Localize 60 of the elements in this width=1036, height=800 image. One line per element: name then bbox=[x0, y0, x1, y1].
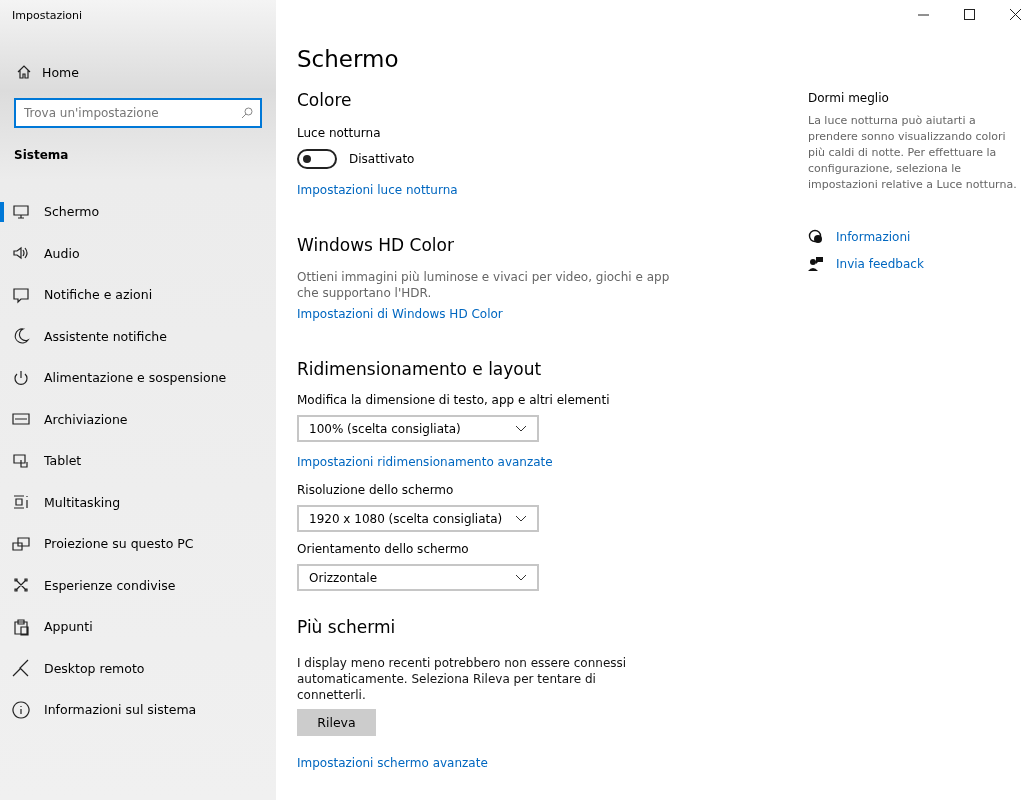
hdr-settings-link[interactable]: Impostazioni di Windows HD Color bbox=[297, 307, 503, 321]
description-text: Ottieni immagini più luminose e vivaci per video, giochi e app che supportano l'HDR. bbox=[297, 269, 671, 301]
chevron-down-icon bbox=[515, 425, 527, 432]
aside-link[interactable]: Invia feedback bbox=[836, 257, 924, 271]
info-icon bbox=[12, 700, 30, 719]
section-heading: Ridimensionamento e layout bbox=[297, 359, 543, 379]
section-heading: Sistema bbox=[14, 148, 70, 162]
home-link[interactable]: Home bbox=[16, 64, 276, 80]
power-icon bbox=[12, 368, 30, 387]
sidebar-item[interactable]: Multitasking bbox=[0, 481, 276, 523]
chevron-down-icon bbox=[515, 515, 527, 522]
toggle-state: Disattivato bbox=[349, 152, 415, 166]
sidebar-item[interactable]: Audio bbox=[0, 232, 276, 274]
setting-label: Modifica la dimensione di testo, app e altri elementi bbox=[297, 393, 611, 407]
scaling-link[interactable]: Impostazioni ridimensionamento avanzate bbox=[297, 455, 553, 469]
moon-icon bbox=[12, 327, 30, 346]
search-icon bbox=[241, 107, 253, 119]
sidebar-item[interactable]: Appunti bbox=[0, 606, 276, 648]
sidebar-item[interactable]: Desktop remoto bbox=[0, 647, 276, 689]
description-text: I display meno recenti potrebbero non essere connessi automaticamente. Seleziona Rileva per tentare di connetterli. bbox=[297, 655, 628, 703]
monitor-icon bbox=[12, 202, 30, 221]
section-heading: Colore bbox=[297, 90, 353, 110]
dropdown[interactable]: 100% (scelta consigliata) bbox=[297, 415, 539, 442]
multitasking-icon bbox=[12, 493, 30, 512]
aside-heading: Dormi meglio bbox=[808, 91, 890, 105]
setting-label: Luce notturna bbox=[297, 126, 382, 140]
sidebar-item[interactable]: Schermo bbox=[0, 191, 276, 233]
home-icon bbox=[16, 64, 32, 80]
sidebar-item[interactable]: Esperienze condivise bbox=[0, 564, 276, 606]
message-icon bbox=[12, 285, 30, 304]
section-heading: Più schermi bbox=[297, 617, 397, 637]
window-title: Impostazioni bbox=[11, 8, 84, 24]
tablet-icon bbox=[12, 451, 30, 470]
night-light-link[interactable]: Impostazioni luce notturna bbox=[297, 183, 458, 197]
projection-icon bbox=[12, 534, 30, 553]
dropdown[interactable]: 1920 x 1080 (scelta consigliata) bbox=[297, 505, 539, 532]
setting-label: Risoluzione dello schermo bbox=[297, 483, 455, 497]
person-feedback-icon bbox=[808, 256, 824, 272]
setting-label: Orientamento dello schermo bbox=[297, 542, 470, 556]
section-heading: Windows HD Color bbox=[297, 235, 455, 255]
sidebar-item[interactable]: Assistente notifiche bbox=[0, 315, 276, 357]
clipboard-icon bbox=[12, 617, 30, 636]
sidebar-item[interactable]: Alimentazione e sospensione bbox=[0, 357, 276, 399]
page-title: Schermo bbox=[297, 46, 400, 72]
sidebar-item[interactable]: Tablet bbox=[0, 440, 276, 482]
sidebar-item[interactable]: Archiviazione bbox=[0, 398, 276, 440]
sidebar-item[interactable]: Informazioni sul sistema bbox=[0, 689, 276, 731]
dropdown[interactable]: Orizzontale bbox=[297, 564, 539, 591]
maximize-icon[interactable] bbox=[964, 9, 975, 20]
toggle-switch[interactable] bbox=[297, 149, 337, 169]
chevron-down-icon bbox=[515, 574, 527, 581]
aside-link[interactable]: Informazioni bbox=[836, 230, 911, 244]
advanced-display-link[interactable]: Impostazioni schermo avanzate bbox=[297, 756, 488, 770]
detect-button[interactable]: Rileva bbox=[297, 709, 376, 736]
close-icon[interactable] bbox=[1010, 9, 1021, 20]
sidebar-item[interactable]: Notifiche e azioni bbox=[0, 274, 276, 316]
network-icon bbox=[12, 576, 30, 595]
aside-text: La luce notturna può aiutarti a prendere sonno visualizzando colori più caldi di notte. Per effettuare la configurazione, seleziona le impostazioni relative a Luce notturna. bbox=[808, 113, 1018, 193]
search-field[interactable]: Trova un'impostazione bbox=[14, 98, 262, 128]
sidebar-item[interactable]: Proiezione su questo PC bbox=[0, 523, 276, 565]
